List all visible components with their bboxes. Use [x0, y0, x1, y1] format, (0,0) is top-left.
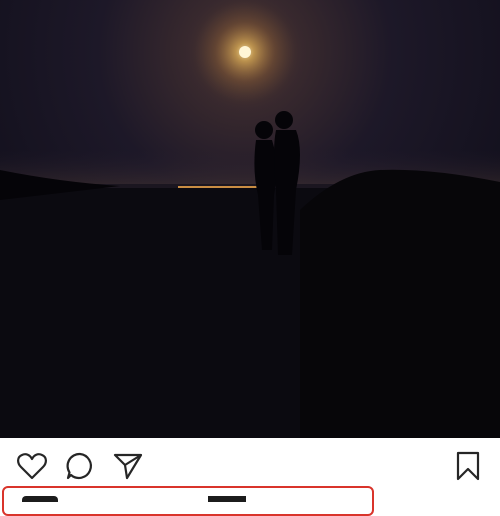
moon — [239, 46, 251, 58]
avatar-peek — [22, 496, 58, 502]
text-peek — [208, 496, 246, 502]
comment-icon[interactable] — [64, 450, 96, 482]
highlight-outline — [2, 486, 374, 516]
post-action-bar — [0, 438, 500, 488]
post-photo[interactable] — [0, 0, 500, 438]
night-beach-image — [0, 0, 500, 438]
send-icon[interactable] — [112, 450, 144, 482]
heart-icon[interactable] — [16, 450, 48, 482]
bookmark-icon[interactable] — [452, 450, 484, 482]
